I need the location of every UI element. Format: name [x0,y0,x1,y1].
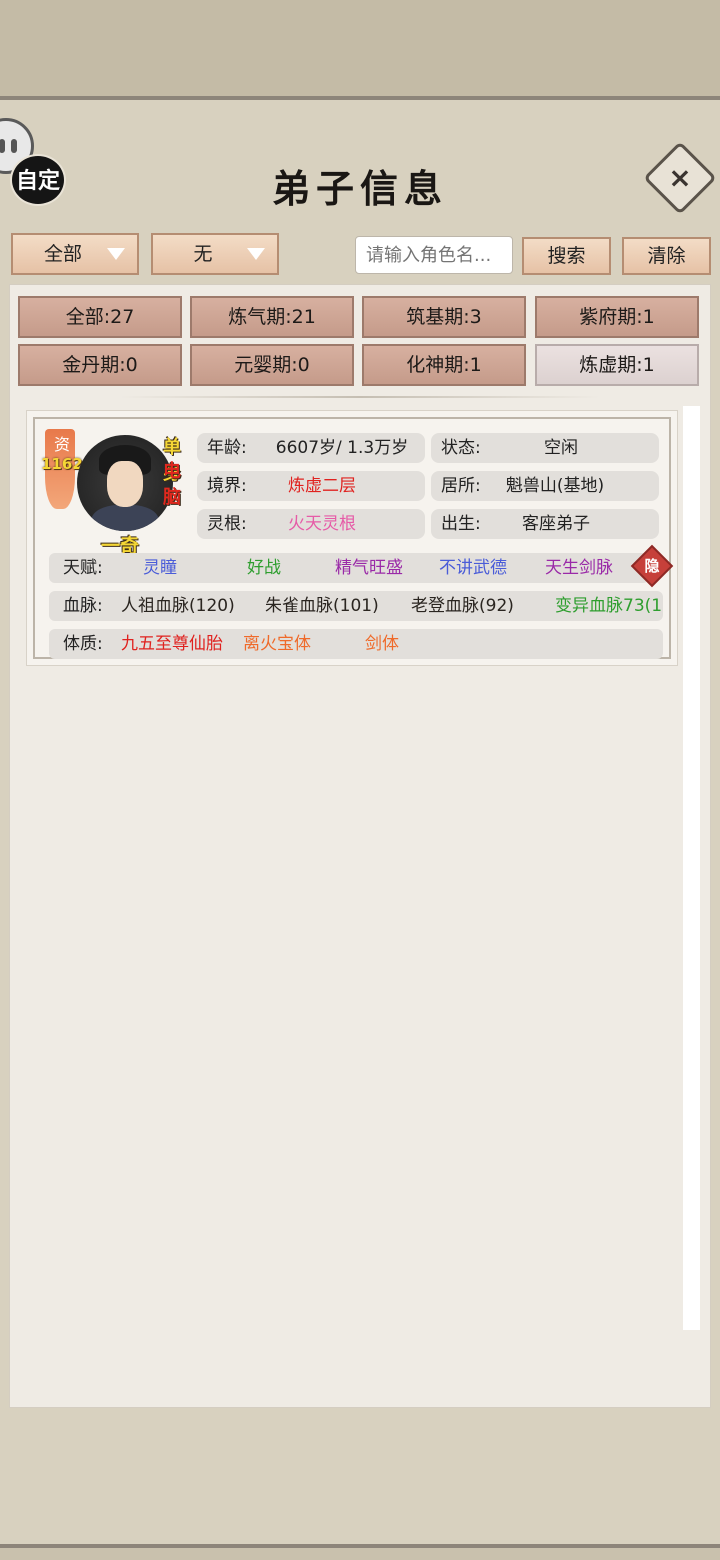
tab-spirit-transform[interactable]: 化神期:1 [362,344,526,386]
residence-field: 居所: 魁兽山(基地) [431,471,659,501]
disciple-card[interactable]: 资 1162 单身 电脑 一奇 年龄: 6607岁/ 1.3万岁 状态: 空闲 … [26,410,678,666]
category-dropdown[interactable]: 全部 [11,233,139,275]
tab-void-refining[interactable]: 炼虚期:1 [535,344,699,386]
search-button[interactable]: 搜索 [522,237,611,275]
realm-value: 炼虚二层 [288,476,356,496]
physique-row: 体质: 九五至尊仙胎 离火宝体 剑体 [49,629,663,659]
age-field: 年龄: 6607岁/ 1.3万岁 [197,433,425,463]
scrollbar[interactable] [683,406,700,1330]
talents-row: 天赋: 灵瞳 好战 精气旺盛 不讲武德 天生剑脉 [49,553,649,583]
tab-golden-core[interactable]: 金丹期:0 [18,344,182,386]
root-field: 灵根: 火天灵根 [197,509,425,539]
bloodline-label: 血脉: [63,596,103,616]
aptitude-label: 资 [53,435,70,454]
close-icon: × [668,161,692,194]
status-label: 状态: [441,438,481,458]
talent-item: 不讲武德 [439,558,507,578]
pc-tag: 电脑 [163,461,181,508]
origin-value: 客座弟子 [522,514,590,534]
age-label: 年龄: [207,438,247,458]
realm-label: 境界: [207,476,247,496]
root-value: 火天灵根 [288,514,356,534]
divider [120,396,600,398]
category-dropdown-value: 全部 [43,243,82,265]
tab-foundation[interactable]: 筑基期:3 [362,296,526,338]
residence-value: 魁兽山(基地) [505,476,605,496]
tab-qi-refining[interactable]: 炼气期:21 [190,296,354,338]
status-value: 空闲 [544,438,578,458]
tab-purple-mansion[interactable]: 紫府期:1 [535,296,699,338]
disciple-card-frame: 资 1162 单身 电脑 一奇 年龄: 6607岁/ 1.3万岁 状态: 空闲 … [33,417,674,659]
hidden-badge-label: 隐 [644,557,660,575]
bloodline-row: 血脉: 人祖血脉(120) 朱雀血脉(101) 老登血脉(92) 变异血脉73(… [49,591,663,621]
origin-label: 出生: [441,514,481,534]
avatar [77,435,173,531]
sub-dropdown-value: 无 [193,243,213,265]
physique-item: 九五至尊仙胎 [121,634,223,654]
clear-button[interactable]: 清除 [622,237,711,275]
chevron-down-icon [247,248,265,260]
origin-field: 出生: 客座弟子 [431,509,659,539]
bloodline-item: 老登血脉(92) [411,596,514,616]
bloodline-item: 人祖血脉(120) [121,596,235,616]
tab-nascent-soul[interactable]: 元婴期:0 [190,344,354,386]
page-title: 弟子信息 [271,166,448,211]
aptitude-value: 1162 [41,455,83,473]
age-value: 6607岁/ 1.3万岁 [275,438,409,458]
talent-item: 精气旺盛 [335,558,403,578]
realm-field: 境界: 炼虚二层 [197,471,425,501]
talent-item: 好战 [247,558,281,578]
root-label: 灵根: [207,514,247,534]
talent-item: 灵瞳 [143,558,177,578]
talent-item: 天生剑脉 [545,558,613,578]
chevron-down-icon [107,248,125,260]
bloodline-item: 朱雀血脉(101) [265,596,379,616]
status-field: 状态: 空闲 [431,433,659,463]
bloodline-item: 变异血脉73(1 [555,596,663,616]
avatar-area[interactable]: 资 1162 单身 电脑 一奇 [41,429,195,557]
physique-label: 体质: [63,634,103,654]
tab-all[interactable]: 全部:27 [18,296,182,338]
residence-label: 居所: [441,476,481,496]
top-decorative-band [0,0,720,100]
sub-dropdown[interactable]: 无 [151,233,279,275]
physique-item: 离火宝体 [243,634,311,654]
search-input[interactable] [355,236,513,274]
talents-label: 天赋: [63,558,103,578]
physique-item: 剑体 [365,634,399,654]
